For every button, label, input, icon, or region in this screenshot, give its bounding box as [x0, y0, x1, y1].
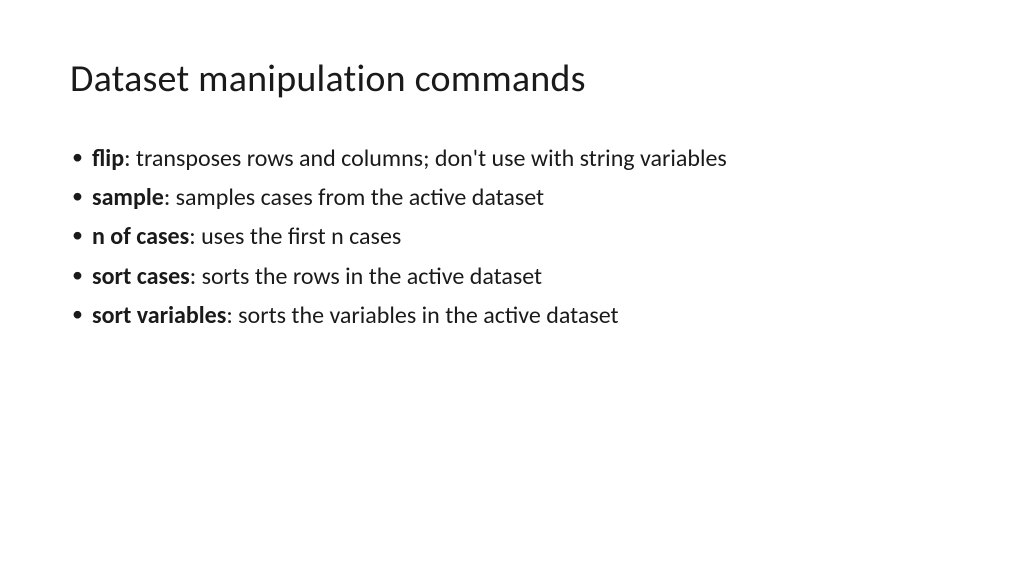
- term: n of cases: [92, 222, 189, 251]
- list-item: sort variables: sorts the variables in t…: [70, 297, 954, 334]
- description: : samples cases from the active dataset: [164, 183, 544, 212]
- term: sort variables: [92, 301, 226, 330]
- term: flip: [92, 144, 124, 173]
- term: sample: [92, 183, 164, 212]
- list-item: sample: samples cases from the active da…: [70, 179, 954, 216]
- description: : sorts the variables in the active data…: [226, 301, 618, 330]
- list-item: n of cases: uses the first n cases: [70, 218, 954, 255]
- description: : transposes rows and columns; don't use…: [124, 144, 727, 173]
- term: sort cases: [92, 262, 190, 291]
- list-item: flip: transposes rows and columns; don't…: [70, 140, 954, 177]
- list-item: sort cases: sorts the rows in the active…: [70, 258, 954, 295]
- description: : uses the first n cases: [189, 222, 401, 251]
- slide-title: Dataset manipulation commands: [70, 56, 954, 102]
- description: : sorts the rows in the active dataset: [190, 262, 542, 291]
- bullet-list: flip: transposes rows and columns; don't…: [70, 140, 954, 334]
